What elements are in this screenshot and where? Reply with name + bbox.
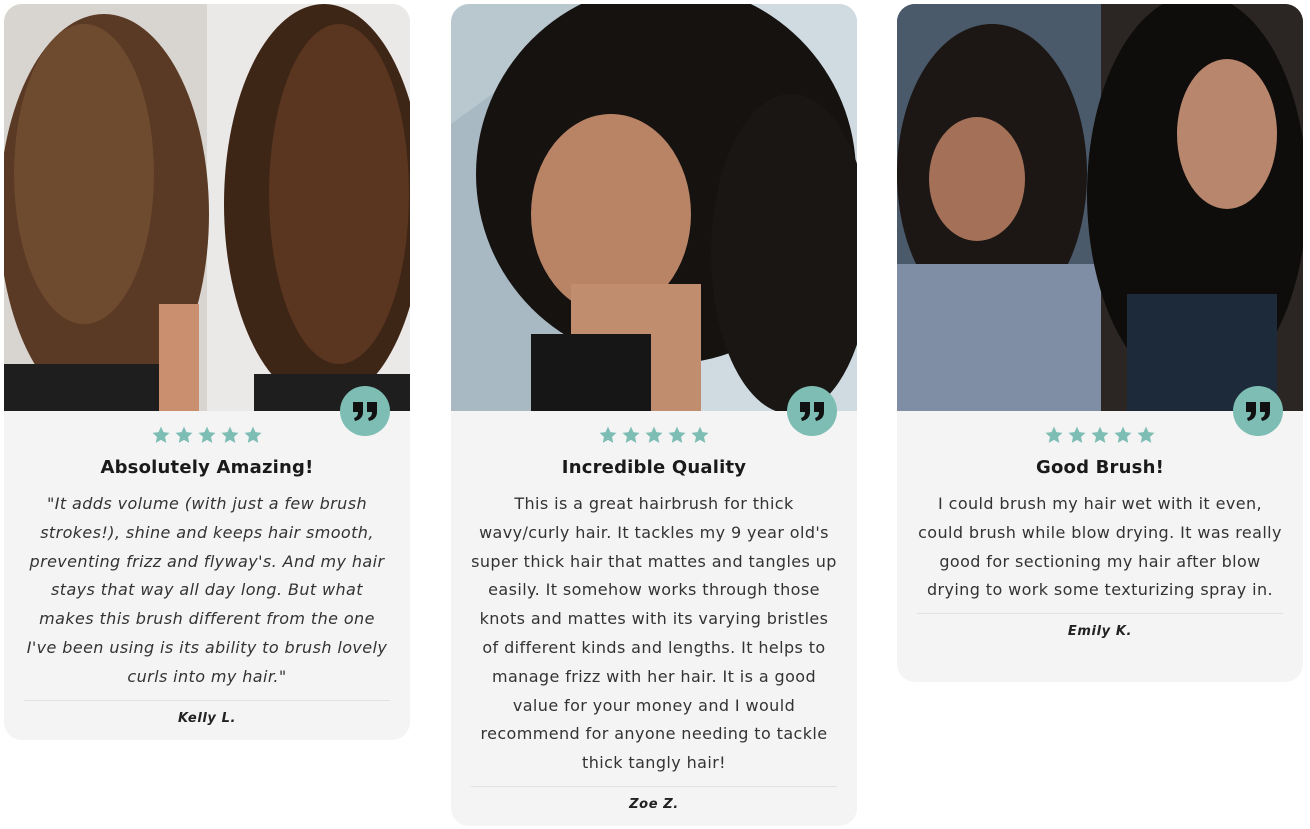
divider xyxy=(471,785,837,787)
star-icon xyxy=(1091,426,1109,443)
star-rating xyxy=(469,425,839,447)
star-icon xyxy=(622,426,640,443)
star-icon xyxy=(198,426,216,443)
star-icon xyxy=(244,426,262,443)
review-author: Zoe Z. xyxy=(629,796,679,812)
quote-icon xyxy=(340,386,390,436)
quote-icon xyxy=(787,386,837,436)
star-icon xyxy=(175,426,193,443)
review-author: Kelly L. xyxy=(177,710,237,726)
star-icon xyxy=(1045,426,1063,443)
review-author: Emily K. xyxy=(1067,624,1133,640)
star-rating xyxy=(22,425,392,447)
review-title: Absolutely Amazing! xyxy=(100,457,314,478)
review-photo xyxy=(897,4,1303,411)
review-photo xyxy=(451,4,857,411)
star-rating xyxy=(915,425,1285,447)
star-icon xyxy=(152,426,170,443)
star-icon xyxy=(1068,426,1086,443)
divider xyxy=(24,699,390,701)
star-icon xyxy=(1137,426,1155,443)
review-text: This is a great hairbrush for thick wavy… xyxy=(471,494,837,773)
review-card: Good Brush! I could brush my hair wet wi… xyxy=(897,4,1303,682)
divider xyxy=(917,613,1283,615)
star-icon xyxy=(599,426,617,443)
star-icon xyxy=(1114,426,1132,443)
review-text: "It adds volume (with just a few brush s… xyxy=(26,494,388,686)
review-text: I could brush my hair wet with it even, … xyxy=(918,494,1282,600)
review-title: Good Brush! xyxy=(1035,457,1164,478)
star-icon xyxy=(645,426,663,443)
star-icon xyxy=(691,426,709,443)
review-title: Incredible Quality xyxy=(561,457,747,478)
review-card: Incredible Quality This is a great hairb… xyxy=(451,4,857,826)
quote-icon xyxy=(1233,386,1283,436)
star-icon xyxy=(668,426,686,443)
review-photo xyxy=(4,4,410,411)
review-card: Absolutely Amazing! "It adds volume (wit… xyxy=(4,4,410,740)
star-icon xyxy=(221,426,239,443)
